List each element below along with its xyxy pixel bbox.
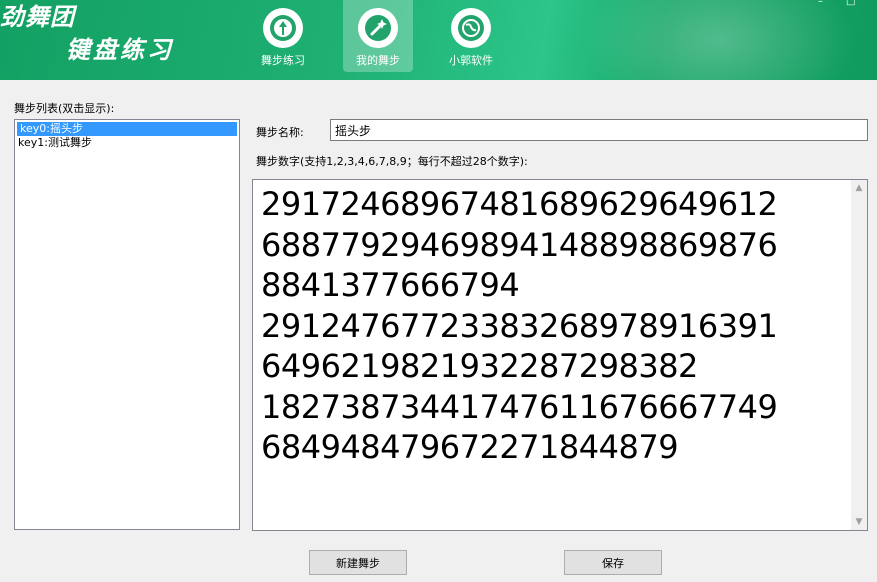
tab-label: 舞步练习 [261, 54, 305, 67]
scroll-down-icon[interactable]: ▼ [851, 514, 867, 530]
tab-label: 小郭软件 [449, 54, 493, 67]
list-item[interactable]: key0:摇头步 [17, 122, 237, 136]
dance-digits-textarea[interactable]: 29172468967481689629649612 6887792946989… [252, 179, 868, 531]
save-button[interactable]: 保存 [564, 550, 662, 575]
new-dance-button[interactable]: 新建舞步 [309, 550, 407, 575]
dance-list[interactable]: key0:摇头步 key1:测试舞步 [14, 119, 240, 530]
maximize-button[interactable]: □ [846, 0, 856, 7]
dance-name-label: 舞步名称: [256, 126, 304, 139]
globe-icon [451, 8, 491, 48]
tab-label: 我的舞步 [356, 54, 400, 67]
app-logo-subtitle: 键盘练习 [66, 36, 174, 64]
dance-digits-label: 舞步数字(支持1,2,3,4,6,7,8,9；每行不超过28个数字): [256, 155, 528, 168]
tab-my-dance[interactable]: 我的舞步 [343, 0, 413, 72]
header-banner: 劲舞团 键盘练习 舞步练习 我的舞步 小郭软件 – □ [0, 0, 877, 80]
header-decoration [560, 0, 877, 80]
app-logo-title: 劲舞团 [0, 3, 75, 31]
vertical-scrollbar[interactable]: ▲ ▼ [851, 180, 867, 530]
scroll-up-icon[interactable]: ▲ [851, 180, 867, 196]
tab-dance-practice[interactable]: 舞步练习 [248, 0, 318, 72]
tab-xiaoguo-software[interactable]: 小郭软件 [436, 0, 506, 72]
list-item[interactable]: key1:测试舞步 [15, 136, 239, 150]
minimize-button[interactable]: – [818, 0, 828, 7]
dance-digits-content: 29172468967481689629649612 6887792946989… [261, 185, 778, 466]
dance-name-input[interactable]: 摇头步 [330, 119, 868, 141]
dance-list-label: 舞步列表(双击显示): [14, 102, 115, 115]
dance-practice-icon [263, 8, 303, 48]
magic-wand-icon [358, 8, 398, 48]
